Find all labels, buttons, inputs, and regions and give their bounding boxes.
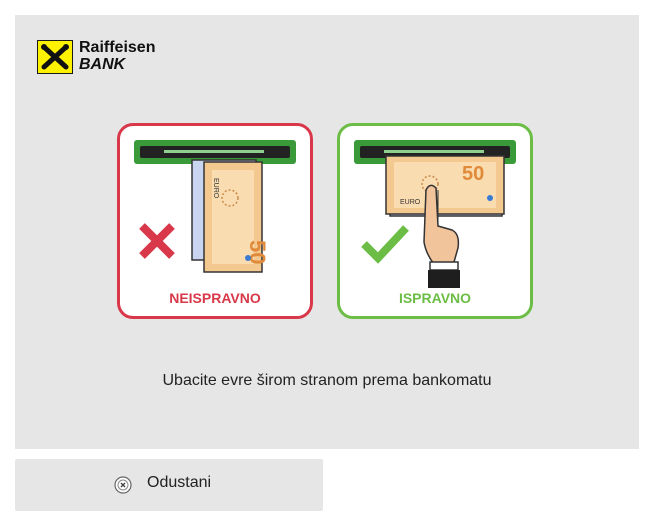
- close-circle-icon: [114, 476, 132, 494]
- correct-insertion-illustration: 50 EURO: [354, 140, 516, 288]
- incorrect-insertion-card: 50 EURO NEISPRAVNO: [117, 123, 313, 319]
- brand-name: Raiffeisen: [79, 39, 156, 56]
- correct-label: ISPRAVNO: [398, 290, 472, 306]
- correct-insertion-card: 50 EURO ISPRAVNO: [337, 123, 533, 319]
- brand-subtitle: BANK: [79, 56, 126, 73]
- raiffeisen-crossed-gables-icon: [37, 40, 73, 74]
- banknote-value: 50: [462, 163, 484, 185]
- raiffeisen-logo: Raiffeisen BANK: [37, 40, 177, 80]
- banknote-text: EURO: [212, 178, 219, 199]
- content-panel: Raiffeisen BANK 50 EURO NEISPRAVNO 50 EU…: [15, 15, 639, 449]
- cancel-label: Odustani: [147, 474, 212, 491]
- green-check-icon: [361, 225, 409, 264]
- instruction-text: Ubacite evre širom stranom prema bankoma…: [162, 372, 492, 389]
- banknote-text: EURO: [400, 199, 421, 206]
- red-x-icon: [139, 223, 175, 259]
- incorrect-insertion-illustration: 50 EURO: [134, 140, 296, 273]
- incorrect-label: NEISPRAVNO: [169, 290, 261, 306]
- cancel-button[interactable]: Odustani: [15, 459, 323, 511]
